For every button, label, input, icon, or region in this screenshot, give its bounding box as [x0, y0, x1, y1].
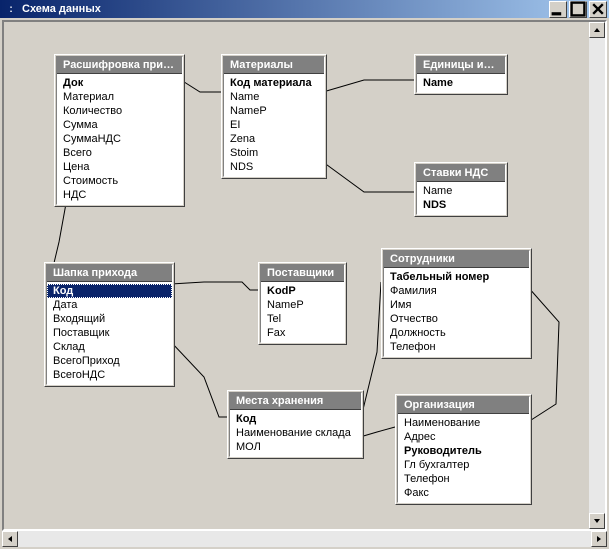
field-item[interactable]: Поставщик — [47, 326, 172, 340]
client-area: Расшифровка прихо… ДокМатериалКоличество… — [2, 20, 607, 531]
field-item[interactable]: Телефон — [398, 472, 529, 486]
field-item[interactable]: Stoim — [224, 146, 324, 160]
field-item[interactable]: Дата — [47, 298, 172, 312]
scroll-left-button[interactable] — [2, 531, 18, 547]
field-list: ДокМатериалКоличествоСуммаСуммаНДСВсегоЦ… — [57, 74, 182, 204]
field-item[interactable]: Код материала — [224, 76, 324, 90]
field-list: НаименованиеАдресРуководительГл бухгалте… — [398, 414, 529, 502]
table-title[interactable]: Места хранения — [230, 393, 361, 410]
table-title[interactable]: Поставщики — [261, 265, 344, 282]
table-title[interactable]: Сотрудники — [384, 251, 529, 268]
field-item[interactable]: Адрес — [398, 430, 529, 444]
field-list: NameNDS — [417, 182, 505, 214]
field-item[interactable]: EI — [224, 118, 324, 132]
table-stavki-nds[interactable]: Ставки НДС NameNDS — [414, 162, 508, 217]
field-item[interactable]: Должность — [384, 326, 529, 340]
table-organizaciya[interactable]: Организация НаименованиеАдресРуководител… — [395, 394, 532, 505]
scroll-up-button[interactable] — [589, 22, 605, 38]
field-item[interactable]: Всего — [57, 146, 182, 160]
field-list: КодДатаВходящийПоставщикСкладВсегоПриход… — [47, 282, 172, 384]
field-item[interactable]: ВсегоНДС — [47, 368, 172, 382]
scroll-right-button[interactable] — [591, 531, 607, 547]
table-materialy[interactable]: Материалы Код материалаNameNamePEIZenaSt… — [221, 54, 327, 179]
table-title[interactable]: Шапка прихода — [47, 265, 172, 282]
field-item[interactable]: Цена — [57, 160, 182, 174]
table-rasshifrovka[interactable]: Расшифровка прихо… ДокМатериалКоличество… — [54, 54, 185, 207]
field-item[interactable]: Входящий — [47, 312, 172, 326]
close-button[interactable] — [589, 1, 607, 18]
field-item[interactable]: СуммаНДС — [57, 132, 182, 146]
minimize-button[interactable] — [549, 1, 567, 18]
table-title[interactable]: Организация — [398, 397, 529, 414]
table-title[interactable]: Расшифровка прихо… — [57, 57, 182, 74]
field-list: Код материалаNameNamePEIZenaStoimNDS — [224, 74, 324, 176]
field-item[interactable]: НДС — [57, 188, 182, 202]
window-controls — [549, 1, 607, 18]
field-item[interactable]: Материал — [57, 90, 182, 104]
field-item[interactable]: Name — [417, 184, 505, 198]
field-item[interactable]: KodP — [261, 284, 344, 298]
field-item[interactable]: NDS — [417, 198, 505, 212]
table-mesta-hraneniya[interactable]: Места хранения КодНаименование складаМОЛ — [227, 390, 364, 459]
relationships-window: : Схема данных — [0, 0, 609, 549]
field-item[interactable]: NameP — [261, 298, 344, 312]
field-item[interactable]: МОЛ — [230, 440, 361, 454]
table-title[interactable]: Материалы — [224, 57, 324, 74]
field-item[interactable]: Телефон — [384, 340, 529, 354]
field-item[interactable]: Tel — [261, 312, 344, 326]
field-item[interactable]: Fax — [261, 326, 344, 340]
field-item[interactable]: Фамилия — [384, 284, 529, 298]
table-sotrudniki[interactable]: Сотрудники Табельный номерФамилияИмяОтче… — [381, 248, 532, 359]
table-edinicy[interactable]: Единицы изм… Name — [414, 54, 508, 95]
table-title[interactable]: Ставки НДС — [417, 165, 505, 182]
window-title: Схема данных — [22, 3, 549, 15]
field-list: KodPNamePTelFax — [261, 282, 344, 342]
field-item[interactable]: Код — [47, 284, 172, 298]
diagram-canvas[interactable]: Расшифровка прихо… ДокМатериалКоличество… — [4, 22, 589, 529]
field-item[interactable]: Отчество — [384, 312, 529, 326]
field-list: Name — [417, 74, 505, 92]
field-item[interactable]: Гл бухгалтер — [398, 458, 529, 472]
field-item[interactable]: NameP — [224, 104, 324, 118]
field-item[interactable]: Name — [417, 76, 505, 90]
field-item[interactable]: Факс — [398, 486, 529, 500]
field-item[interactable]: Zena — [224, 132, 324, 146]
titlebar[interactable]: : Схема данных — [0, 0, 609, 18]
field-item[interactable]: Количество — [57, 104, 182, 118]
field-item[interactable]: Руководитель — [398, 444, 529, 458]
field-item[interactable]: Табельный номер — [384, 270, 529, 284]
scroll-down-button[interactable] — [589, 513, 605, 529]
field-item[interactable]: Склад — [47, 340, 172, 354]
field-item[interactable]: Имя — [384, 298, 529, 312]
table-shapka-prihoda[interactable]: Шапка прихода КодДатаВходящийПоставщикСк… — [44, 262, 175, 387]
field-item[interactable]: NDS — [224, 160, 324, 174]
horizontal-scrollbar[interactable] — [2, 531, 607, 547]
field-list: Табельный номерФамилияИмяОтчествоДолжнос… — [384, 268, 529, 356]
field-item[interactable]: ВсегоПриход — [47, 354, 172, 368]
table-title[interactable]: Единицы изм… — [417, 57, 505, 74]
field-list: КодНаименование складаМОЛ — [230, 410, 361, 456]
field-item[interactable]: Сумма — [57, 118, 182, 132]
maximize-button[interactable] — [569, 1, 587, 18]
field-item[interactable]: Name — [224, 90, 324, 104]
field-item[interactable]: Наименование — [398, 416, 529, 430]
field-item[interactable]: Наименование склада — [230, 426, 361, 440]
table-postavshchiki[interactable]: Поставщики KodPNamePTelFax — [258, 262, 347, 345]
vertical-scrollbar[interactable] — [589, 22, 605, 529]
field-item[interactable]: Док — [57, 76, 182, 90]
field-item[interactable]: Код — [230, 412, 361, 426]
field-item[interactable]: Стоимость — [57, 174, 182, 188]
window-icon: : — [4, 3, 18, 15]
